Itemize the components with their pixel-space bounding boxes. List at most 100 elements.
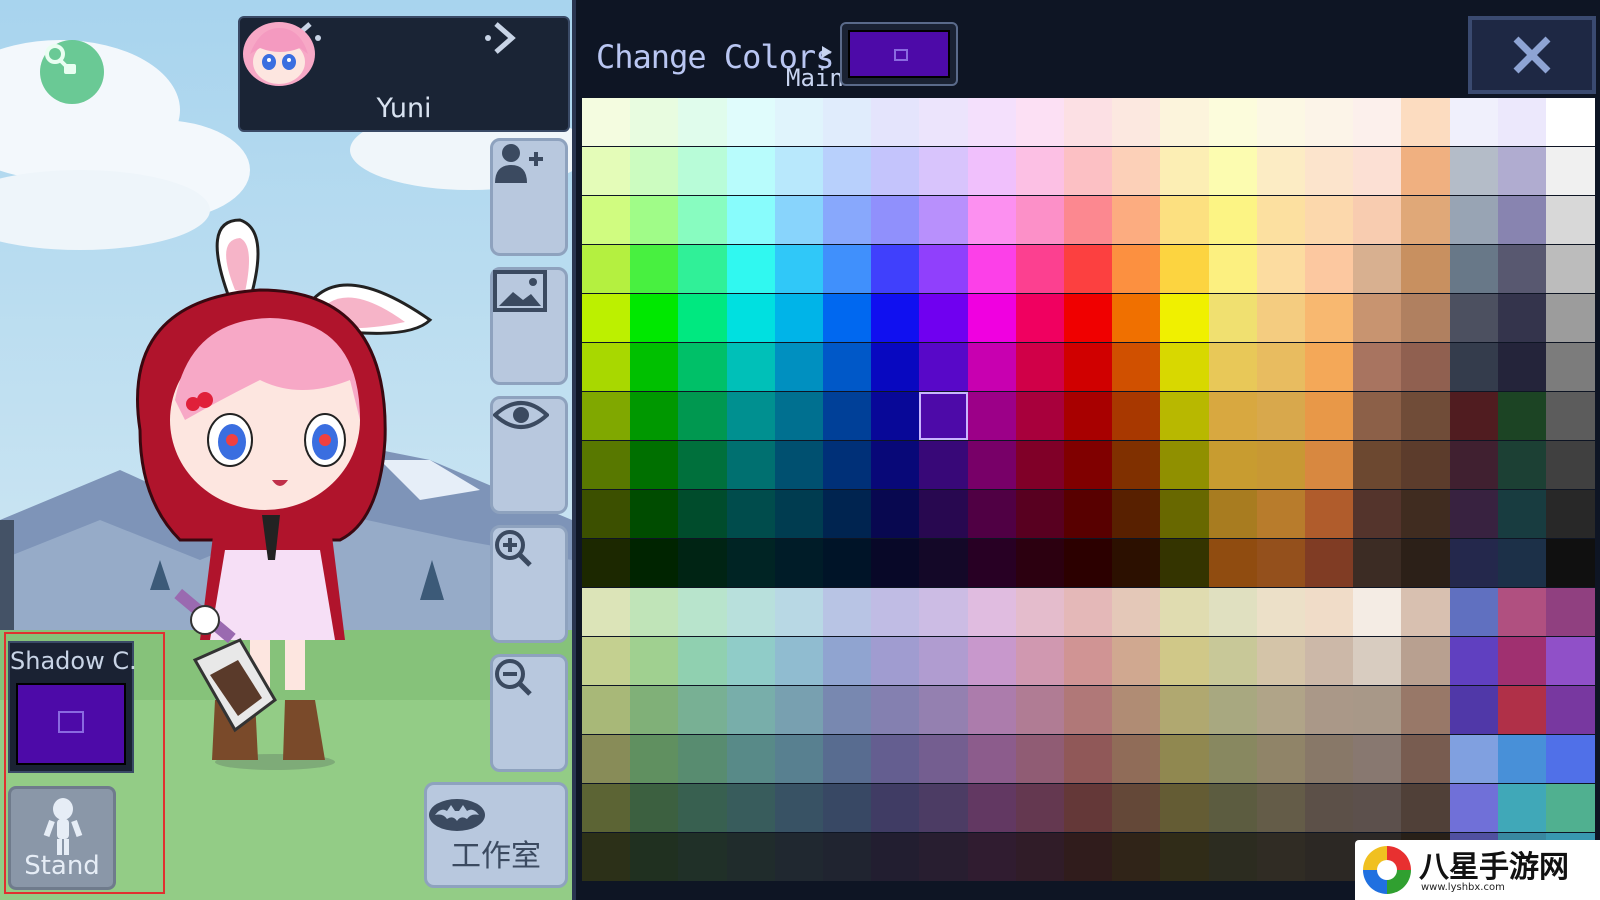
color-swatch[interactable] <box>630 686 679 734</box>
color-swatch[interactable] <box>1112 588 1161 636</box>
color-swatch[interactable] <box>823 147 872 195</box>
color-swatch[interactable] <box>582 784 631 832</box>
color-swatch[interactable] <box>871 686 920 734</box>
color-swatch[interactable] <box>1256 98 1306 146</box>
color-swatch[interactable] <box>1015 588 1065 636</box>
color-swatch[interactable] <box>1353 441 1402 489</box>
color-swatch[interactable] <box>967 98 1017 146</box>
color-swatch[interactable] <box>1546 147 1595 195</box>
color-swatch[interactable] <box>726 294 776 342</box>
color-swatch[interactable] <box>1208 588 1258 636</box>
color-swatch[interactable] <box>1353 196 1402 244</box>
color-swatch[interactable] <box>1449 588 1499 636</box>
color-swatch[interactable] <box>823 294 872 342</box>
color-swatch[interactable] <box>1401 294 1451 342</box>
color-swatch[interactable] <box>871 637 920 685</box>
color-swatch[interactable] <box>823 98 872 146</box>
color-swatch[interactable] <box>1015 735 1065 783</box>
color-swatch[interactable] <box>919 441 969 489</box>
color-swatch[interactable] <box>1112 490 1161 538</box>
color-swatch[interactable] <box>1305 294 1354 342</box>
color-swatch[interactable] <box>1064 441 1113 489</box>
color-swatch[interactable] <box>871 735 920 783</box>
color-swatch[interactable] <box>871 490 920 538</box>
color-swatch[interactable] <box>1401 588 1451 636</box>
color-swatch[interactable] <box>919 343 969 391</box>
chevron-right-icon[interactable] <box>482 18 522 58</box>
color-swatch[interactable] <box>1256 294 1306 342</box>
color-swatch[interactable] <box>774 294 824 342</box>
color-swatch[interactable] <box>1208 686 1258 734</box>
color-swatch[interactable] <box>1064 735 1113 783</box>
color-swatch[interactable] <box>1208 294 1258 342</box>
color-swatch[interactable] <box>1497 686 1547 734</box>
color-swatch[interactable] <box>1112 245 1161 293</box>
color-swatch[interactable] <box>1015 392 1065 440</box>
color-swatch[interactable] <box>726 539 776 587</box>
color-swatch[interactable] <box>1449 245 1499 293</box>
color-swatch[interactable] <box>1449 784 1499 832</box>
color-swatch[interactable] <box>1160 686 1210 734</box>
color-swatch[interactable] <box>1160 539 1210 587</box>
color-swatch[interactable] <box>1353 392 1402 440</box>
color-swatch[interactable] <box>726 147 776 195</box>
color-swatch[interactable] <box>919 98 969 146</box>
color-swatch[interactable] <box>1305 392 1354 440</box>
color-swatch[interactable] <box>1305 245 1354 293</box>
color-swatch[interactable] <box>823 245 872 293</box>
color-swatch[interactable] <box>1064 98 1113 146</box>
color-swatch[interactable] <box>1160 588 1210 636</box>
color-swatch[interactable] <box>967 392 1017 440</box>
color-swatch[interactable] <box>1353 686 1402 734</box>
color-swatch[interactable] <box>1401 343 1451 391</box>
color-swatch[interactable] <box>1256 637 1306 685</box>
color-swatch[interactable] <box>1256 147 1306 195</box>
color-swatch[interactable] <box>1112 343 1161 391</box>
color-swatch[interactable] <box>823 588 872 636</box>
color-swatch[interactable] <box>774 784 824 832</box>
color-swatch[interactable] <box>774 735 824 783</box>
add-character-button[interactable] <box>490 138 568 256</box>
color-swatch[interactable] <box>1160 784 1210 832</box>
color-swatch[interactable] <box>1497 539 1547 587</box>
color-swatch[interactable] <box>823 735 872 783</box>
color-swatch[interactable] <box>1064 784 1113 832</box>
color-swatch[interactable] <box>1208 343 1258 391</box>
color-swatch[interactable] <box>1064 490 1113 538</box>
color-swatch[interactable] <box>1353 343 1402 391</box>
shadow-color-swatch[interactable] <box>16 683 126 765</box>
color-swatch[interactable] <box>1064 343 1113 391</box>
color-swatch[interactable] <box>1353 637 1402 685</box>
color-swatch[interactable] <box>630 196 679 244</box>
color-swatch[interactable] <box>919 147 969 195</box>
color-swatch[interactable] <box>630 539 679 587</box>
color-swatch[interactable] <box>678 490 728 538</box>
visibility-button[interactable] <box>490 396 568 514</box>
color-swatch[interactable] <box>630 784 679 832</box>
color-swatch[interactable] <box>1497 245 1547 293</box>
color-swatch[interactable] <box>871 147 920 195</box>
color-swatch[interactable] <box>1546 196 1595 244</box>
color-swatch[interactable] <box>1256 539 1306 587</box>
color-swatch[interactable] <box>630 98 679 146</box>
color-swatch[interactable] <box>1112 686 1161 734</box>
color-swatch[interactable] <box>967 441 1017 489</box>
color-swatch[interactable] <box>1449 490 1499 538</box>
color-swatch[interactable] <box>1015 539 1065 587</box>
color-swatch[interactable] <box>1449 686 1499 734</box>
color-swatch[interactable] <box>582 392 631 440</box>
color-swatch[interactable] <box>774 441 824 489</box>
color-swatch[interactable] <box>678 196 728 244</box>
color-swatch[interactable] <box>1305 539 1354 587</box>
color-swatch[interactable] <box>871 98 920 146</box>
color-swatch[interactable] <box>630 392 679 440</box>
color-swatch[interactable] <box>774 637 824 685</box>
color-swatch[interactable] <box>726 833 776 881</box>
character-avatar[interactable] <box>240 18 318 86</box>
color-swatch[interactable] <box>1497 490 1547 538</box>
color-swatch[interactable] <box>967 294 1017 342</box>
studio-button[interactable]: 工作室 <box>424 782 568 888</box>
color-swatch[interactable] <box>823 686 872 734</box>
color-swatch[interactable] <box>919 784 969 832</box>
color-swatch[interactable] <box>1112 147 1161 195</box>
